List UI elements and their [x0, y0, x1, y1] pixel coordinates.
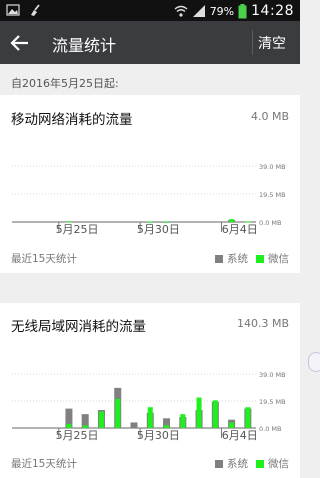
wifi-total: 140.3 MB — [236, 317, 289, 330]
floating-handle[interactable] — [308, 352, 320, 372]
x-tick-label: 5月25日 — [56, 429, 99, 442]
bar-wechat — [180, 414, 186, 428]
mobile-usage-card: 移动网络消耗的流量 4.0 MB 39.0 MB 19.5 MB 0.0 MB 5月2… — [0, 95, 300, 273]
status-bar: 79% 14:28 — [0, 0, 300, 21]
legend-wechat-label: 微信 — [268, 458, 289, 470]
wifi-card-title: 无线局域网消耗的流量 — [11, 319, 146, 335]
legend-wechat-label: 微信 — [268, 253, 289, 265]
bar-wechat — [196, 397, 202, 428]
legend-wechat-swatch — [256, 459, 264, 468]
bar-wechat — [164, 425, 170, 428]
bar-wechat — [212, 400, 218, 428]
bar-wechat — [66, 423, 72, 428]
mobile-card-title: 移动网络消耗的流量 — [11, 112, 133, 128]
legend-system-swatch — [215, 459, 223, 468]
bar-wechat — [229, 422, 235, 428]
y-tick-label: 0.0 MB — [259, 425, 281, 433]
mobile-footer: 最近15天统计 — [11, 253, 77, 265]
gallery-icon — [6, 4, 20, 16]
wifi-footer: 最近15天统计 — [11, 458, 77, 470]
x-tick-label: 5月30日 — [137, 223, 180, 236]
bar-wechat — [115, 398, 121, 428]
since-date-label: 自2016年5月25日起: — [11, 77, 119, 90]
y-tick-label: 39.0 MB — [259, 163, 286, 171]
mobile-legend: 系统 微信 — [215, 251, 289, 266]
bar-wechat — [229, 219, 235, 222]
legend-wechat-swatch — [256, 254, 264, 263]
x-tick-label: 6月4日 — [222, 223, 258, 236]
wifi-icon — [174, 5, 188, 17]
y-tick-label: 0.0 MB — [259, 219, 281, 227]
bar-wechat — [98, 411, 104, 428]
clean-brush-icon — [31, 4, 40, 16]
wifi-usage-chart: 39.0 MB 19.5 MB 0.0 MB 5月25日 5月30日 6月4日 — [12, 371, 286, 442]
wifi-legend: 系统 微信 — [215, 456, 289, 471]
x-tick-label: 5月30日 — [137, 429, 180, 442]
battery-icon — [238, 3, 247, 18]
page-title: 流量统计 — [52, 36, 117, 55]
back-arrow-icon[interactable] — [8, 31, 32, 55]
section-separator — [0, 273, 300, 303]
bar-wechat — [82, 425, 88, 428]
y-tick-label: 19.5 MB — [259, 398, 286, 406]
clear-button[interactable]: 清空 — [258, 33, 286, 53]
battery-percent: 79% — [209, 4, 235, 18]
mobile-total: 4.0 MB — [250, 110, 289, 123]
bar-system — [130, 422, 138, 428]
y-tick-label: 39.0 MB — [259, 371, 286, 379]
x-tick-label: 5月25日 — [56, 223, 99, 236]
y-tick-label: 19.5 MB — [259, 191, 286, 199]
bar-wechat — [245, 407, 251, 428]
legend-system-label: 系统 — [227, 458, 248, 470]
legend-system-label: 系统 — [227, 253, 248, 265]
app-bar: 流量统计 清空 — [0, 21, 300, 64]
x-tick-label: 6月4日 — [222, 429, 258, 442]
signal-icon — [192, 5, 205, 17]
clock: 14:28 — [251, 3, 294, 19]
bar-wechat — [147, 407, 153, 428]
mobile-usage-chart: 39.0 MB 19.5 MB 0.0 MB 5月25日 5月30日 6月4日 — [12, 163, 286, 236]
legend-system-swatch — [215, 254, 223, 263]
wifi-usage-card: 无线局域网消耗的流量 140.3 MB 39.0 MB 19.5 MB 0.0 MB… — [0, 303, 300, 478]
header-divider — [252, 30, 253, 55]
